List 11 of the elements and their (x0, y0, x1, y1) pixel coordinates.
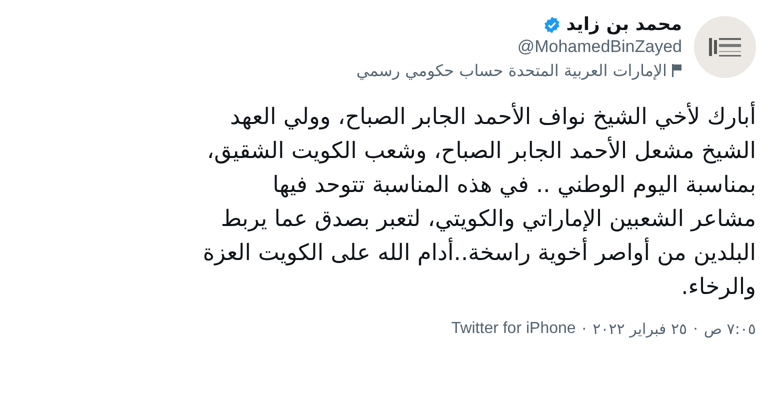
account-label: الإمارات العربية المتحدة حساب حكومي رسمي (356, 61, 667, 80)
author-handle[interactable]: @MohamedBinZayed (356, 37, 682, 57)
tweet-date[interactable]: ٢٥ فبراير ٢٠٢٢ (592, 320, 688, 338)
logo-icon (708, 36, 742, 58)
author-name[interactable]: محمد بن زايد (566, 14, 682, 35)
separator: · (693, 320, 698, 338)
tweet-time[interactable]: ٧:٠٥ ص (704, 320, 756, 338)
source-link[interactable]: Twitter for iPhone (451, 320, 576, 338)
flag-icon (672, 64, 682, 77)
tweet-text: أبارك لأخي الشيخ نواف الأحمد الجابر الصباح، وولي العهد الشيخ مشعل الأحمد الجابر الصباح، وشعب الكويت الشقيق، بمناسبة اليوم الوطني .. في هذه المناسبة تتوحد فيها مشاعر الشعبين الإماراتي والكويتي، لتعبر بصدق عما يربط البلدين من أواصر أخوية راسخة..أدام الله على الكويت العزة والرخاء. (20, 100, 756, 304)
separator: · (582, 320, 587, 338)
